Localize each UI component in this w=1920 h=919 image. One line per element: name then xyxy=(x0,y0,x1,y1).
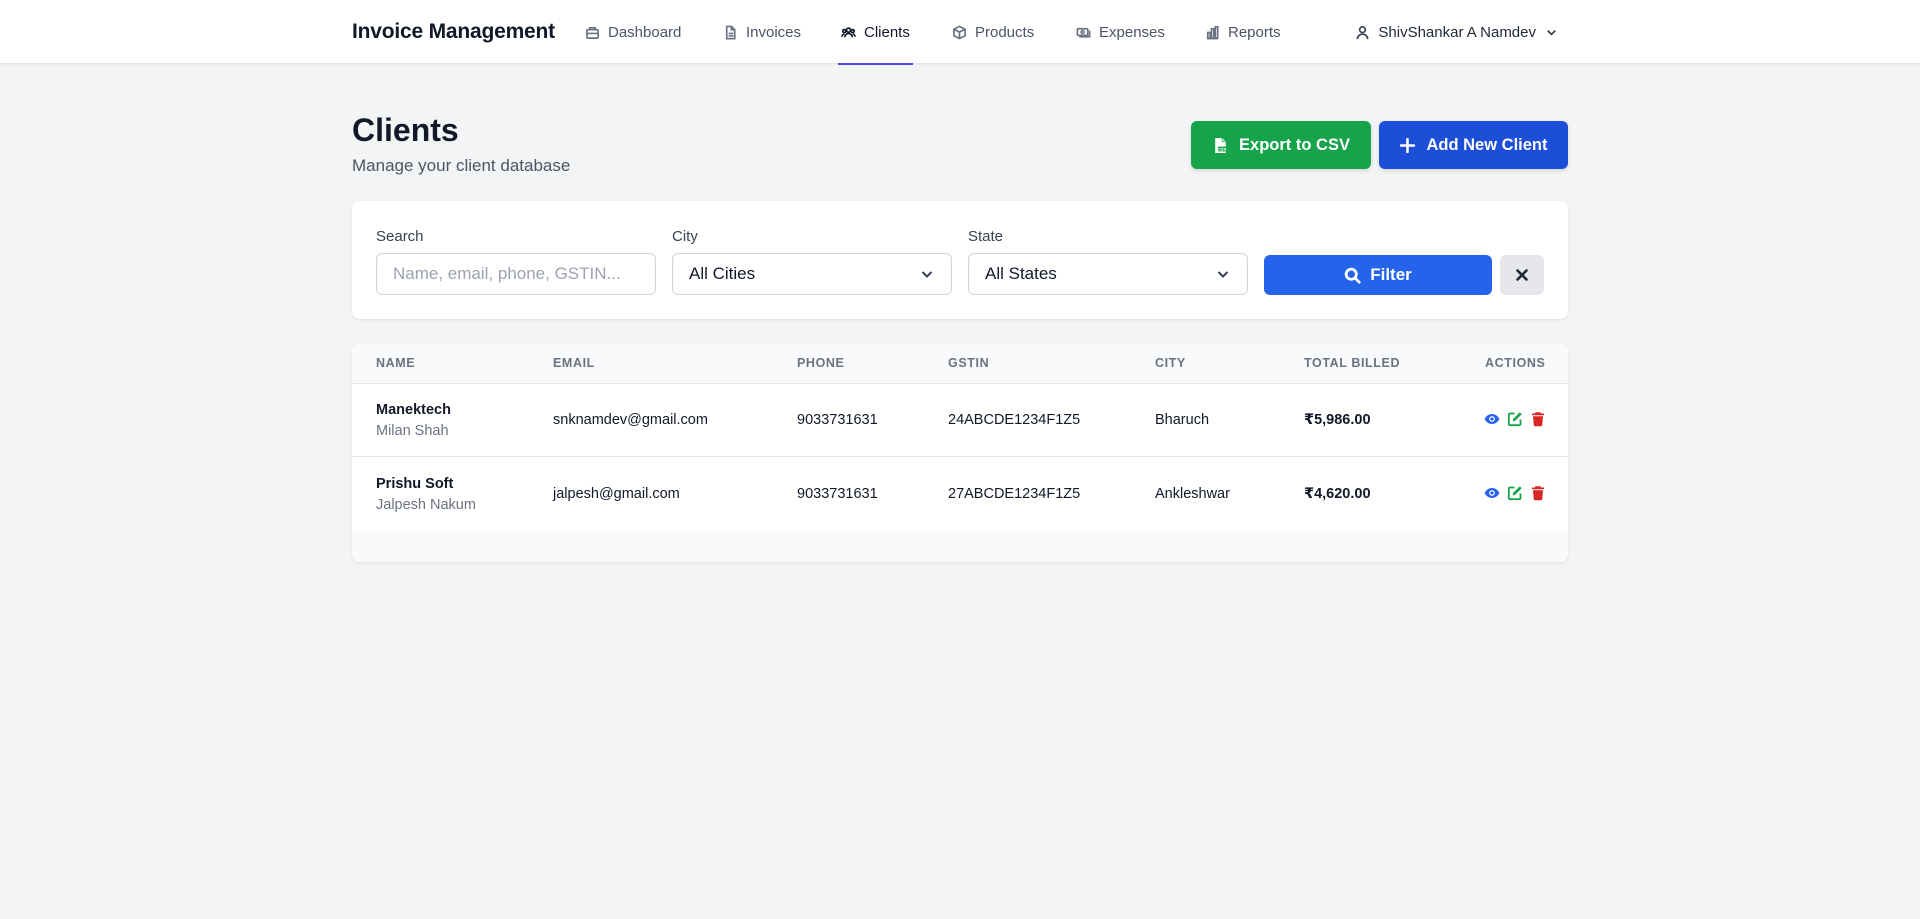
column-header-total-billed: Total Billed xyxy=(1304,356,1401,370)
client-city: Ankleshwar xyxy=(1155,486,1230,502)
top-navbar: Invoice Management Dashboard Invoices Cl… xyxy=(0,0,1920,65)
chart-bar-icon xyxy=(1206,25,1219,39)
clients-table: Name Email Phone GSTIN City Total Billed… xyxy=(352,343,1568,562)
client-total-billed: ₹4,620.00 xyxy=(1304,486,1371,502)
nav-item-label: Invoices xyxy=(746,23,802,41)
page-title: Clients xyxy=(352,112,459,148)
plus-icon xyxy=(1400,137,1416,153)
delete-button[interactable] xyxy=(1530,411,1546,427)
add-client-label: Add New Client xyxy=(1426,135,1548,154)
search-input[interactable]: Name, email, phone, GSTIN... xyxy=(376,253,656,295)
money-icon xyxy=(1076,27,1091,38)
row-actions xyxy=(1484,485,1546,501)
table-row: Prishu Soft Jalpesh Nakum jalpesh@gmail.… xyxy=(352,458,1568,531)
page-subtitle: Manage your client database xyxy=(352,156,571,175)
column-header-name: Name xyxy=(376,356,416,370)
nav-item-invoices[interactable]: Invoices xyxy=(723,0,801,64)
box-icon xyxy=(953,24,966,40)
column-header-email: Email xyxy=(553,356,595,370)
search-icon xyxy=(1344,267,1361,284)
client-city: Bharuch xyxy=(1155,412,1210,428)
edit-button[interactable] xyxy=(1507,411,1523,427)
add-client-button[interactable]: Add New Client xyxy=(1379,121,1568,169)
edit-button[interactable] xyxy=(1507,485,1523,501)
nav-item-label: Dashboard xyxy=(608,23,682,41)
city-selected: All Cities xyxy=(689,264,756,283)
state-select[interactable]: All States xyxy=(968,253,1248,295)
view-button[interactable] xyxy=(1484,411,1500,427)
search-label: Search xyxy=(376,228,424,245)
client-email: jalpesh@gmail.com xyxy=(553,486,680,502)
trash-icon xyxy=(1532,412,1544,427)
dashboard-icon xyxy=(586,26,599,39)
table-footer xyxy=(352,531,1568,562)
nav-item-label: Expenses xyxy=(1099,23,1165,41)
row-actions xyxy=(1484,411,1546,427)
document-icon xyxy=(725,25,736,39)
client-gstin: 27ABCDE1234F1Z5 xyxy=(948,486,1081,502)
user-menu[interactable]: ShivShankar A Namdev xyxy=(1355,0,1559,64)
export-csv-label: Export to CSV xyxy=(1239,135,1350,154)
eye-icon xyxy=(1484,488,1500,498)
user-icon xyxy=(1356,25,1369,39)
nav-item-clients[interactable]: Clients xyxy=(838,0,913,65)
client-contact: Milan Shah xyxy=(376,423,449,439)
client-contact: Jalpesh Nakum xyxy=(376,497,476,513)
client-phone: 9033731631 xyxy=(797,486,878,502)
client-phone: 9033731631 xyxy=(797,412,878,428)
state-label: State xyxy=(968,228,1004,245)
trash-icon xyxy=(1532,486,1544,501)
users-icon xyxy=(841,26,856,37)
user-name: ShivShankar A Namdev xyxy=(1378,23,1536,41)
eye-icon xyxy=(1484,414,1500,424)
delete-button[interactable] xyxy=(1530,485,1546,501)
column-header-gstin: GSTIN xyxy=(948,356,990,370)
edit-icon xyxy=(1507,412,1522,427)
svg-text:CSV: CSV xyxy=(1218,146,1227,151)
export-csv-button[interactable]: CSV Export to CSV xyxy=(1191,121,1371,169)
nav-item-products[interactable]: Products xyxy=(952,0,1034,64)
close-icon xyxy=(1516,269,1528,281)
filter-button[interactable]: Filter xyxy=(1264,255,1492,295)
chevron-down-icon xyxy=(1547,29,1556,36)
file-csv-icon: CSV xyxy=(1215,137,1227,153)
column-header-phone: Phone xyxy=(797,356,845,370)
client-total-billed: ₹5,986.00 xyxy=(1304,412,1371,428)
table-row: Manektech Milan Shah snknamdev@gmail.com… xyxy=(352,384,1568,457)
client-email: snknamdev@gmail.com xyxy=(553,412,708,428)
app-title[interactable]: Invoice Management xyxy=(352,20,555,44)
city-select[interactable]: All Cities xyxy=(672,253,952,295)
filter-panel: Search Name, email, phone, GSTIN... City… xyxy=(352,201,1568,319)
nav-item-dashboard[interactable]: Dashboard xyxy=(585,0,681,64)
chevron-down-icon xyxy=(1217,271,1229,278)
edit-icon xyxy=(1507,486,1522,501)
table-header: Name Email Phone GSTIN City Total Billed… xyxy=(352,343,1568,384)
filter-label: Filter xyxy=(1370,265,1412,284)
nav-item-label: Reports xyxy=(1228,23,1281,41)
clear-filters-button[interactable] xyxy=(1500,255,1544,295)
nav-item-label: Products xyxy=(975,23,1035,41)
nav-item-expenses[interactable]: Expenses xyxy=(1076,0,1165,64)
chevron-down-icon xyxy=(921,271,933,278)
nav-item-label: Clients xyxy=(864,23,910,41)
column-header-actions: Actions xyxy=(1485,356,1546,370)
nav-item-reports[interactable]: Reports xyxy=(1205,0,1281,64)
client-name: Manektech xyxy=(376,402,451,418)
city-label: City xyxy=(672,228,698,245)
client-gstin: 24ABCDE1234F1Z5 xyxy=(948,412,1081,428)
client-name: Prishu Soft xyxy=(376,476,454,492)
view-button[interactable] xyxy=(1484,485,1500,501)
state-selected: All States xyxy=(985,264,1057,283)
column-header-city: City xyxy=(1155,356,1186,370)
search-placeholder: Name, email, phone, GSTIN... xyxy=(393,264,621,283)
